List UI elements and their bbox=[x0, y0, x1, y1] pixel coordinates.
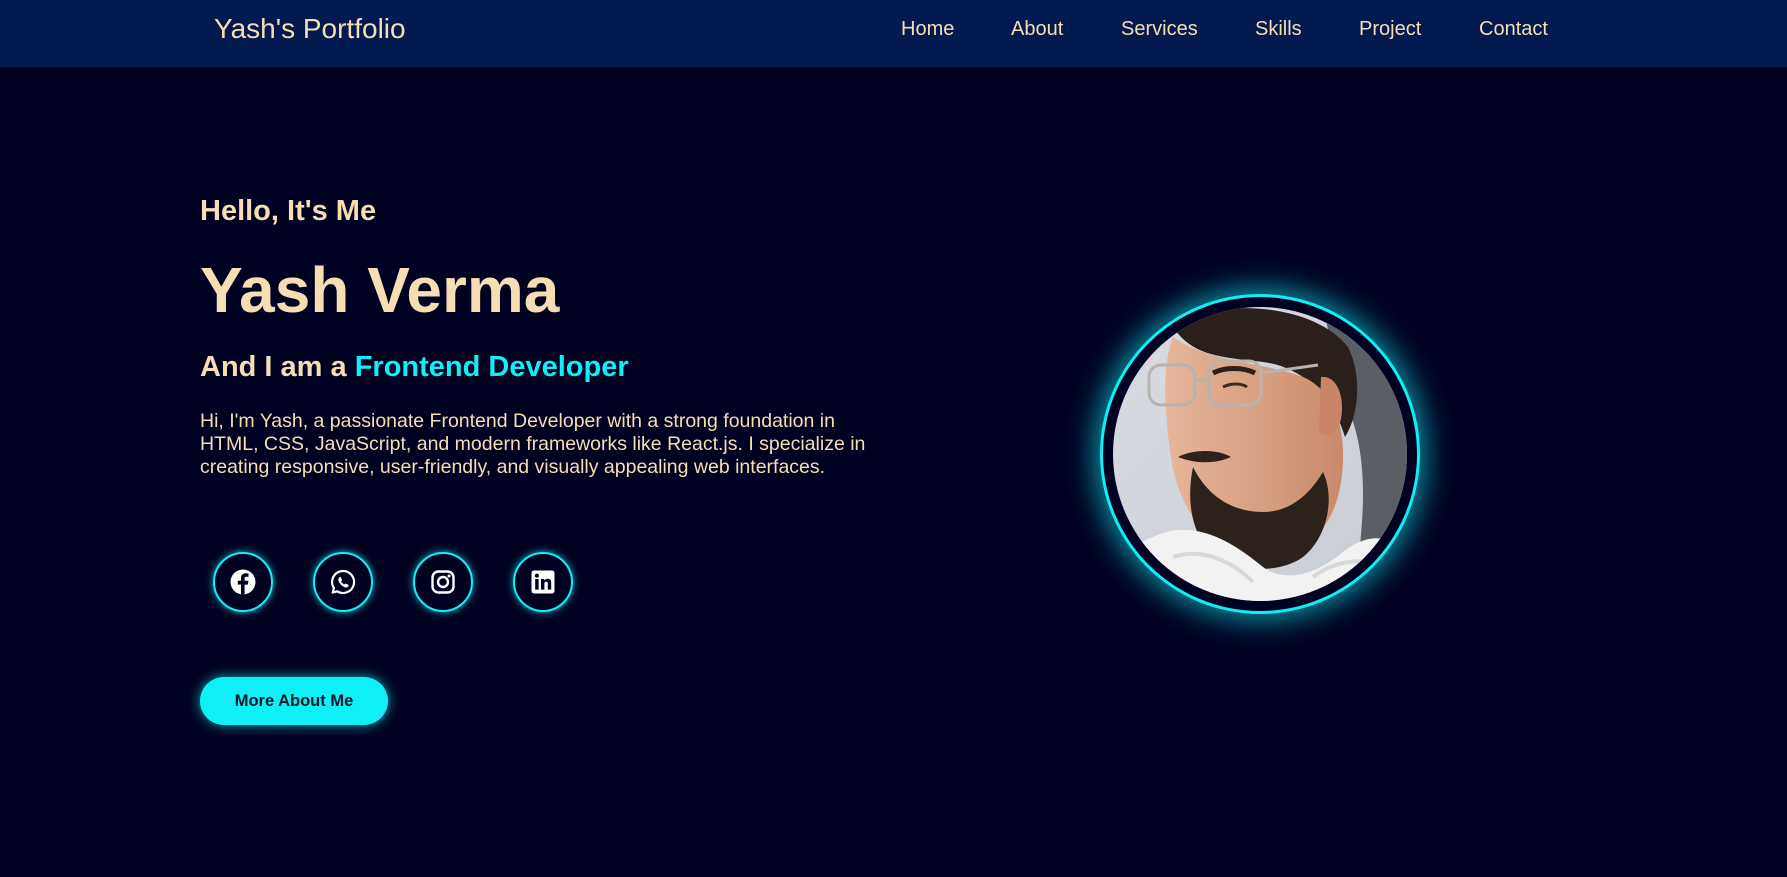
hero-role: And I am a Frontend Developer bbox=[200, 350, 629, 384]
nav-link-home[interactable]: Home bbox=[901, 17, 954, 41]
facebook-icon bbox=[229, 568, 257, 596]
nav-link-skills[interactable]: Skills bbox=[1255, 17, 1302, 41]
hero-role-prefix: And I am a bbox=[200, 351, 347, 383]
hero-name: Yash Verma bbox=[200, 254, 560, 326]
more-about-me-button[interactable]: More About Me bbox=[200, 677, 388, 725]
linkedin-link[interactable] bbox=[513, 552, 573, 612]
navbar: Yash's Portfolio Home About Services Ski… bbox=[0, 0, 1787, 67]
nav-links: Home About Services Skills Project Conta… bbox=[0, 17, 1787, 43]
hero-role-highlight: Frontend Developer bbox=[354, 351, 629, 383]
nav-link-services[interactable]: Services bbox=[1121, 17, 1198, 41]
nav-link-contact[interactable]: Contact bbox=[1479, 17, 1548, 41]
avatar-frame bbox=[1103, 297, 1417, 611]
instagram-icon bbox=[429, 568, 457, 596]
instagram-link[interactable] bbox=[413, 552, 473, 612]
facebook-link[interactable] bbox=[213, 552, 273, 612]
whatsapp-link[interactable] bbox=[313, 552, 373, 612]
nav-link-project[interactable]: Project bbox=[1359, 17, 1421, 41]
hero-description: Hi, I'm Yash, a passionate Frontend Deve… bbox=[200, 410, 866, 478]
whatsapp-icon bbox=[329, 568, 357, 596]
linkedin-icon bbox=[529, 568, 557, 596]
profile-photo bbox=[1113, 307, 1407, 601]
nav-link-about[interactable]: About bbox=[1011, 17, 1063, 41]
hero-greeting: Hello, It's Me bbox=[200, 195, 377, 227]
